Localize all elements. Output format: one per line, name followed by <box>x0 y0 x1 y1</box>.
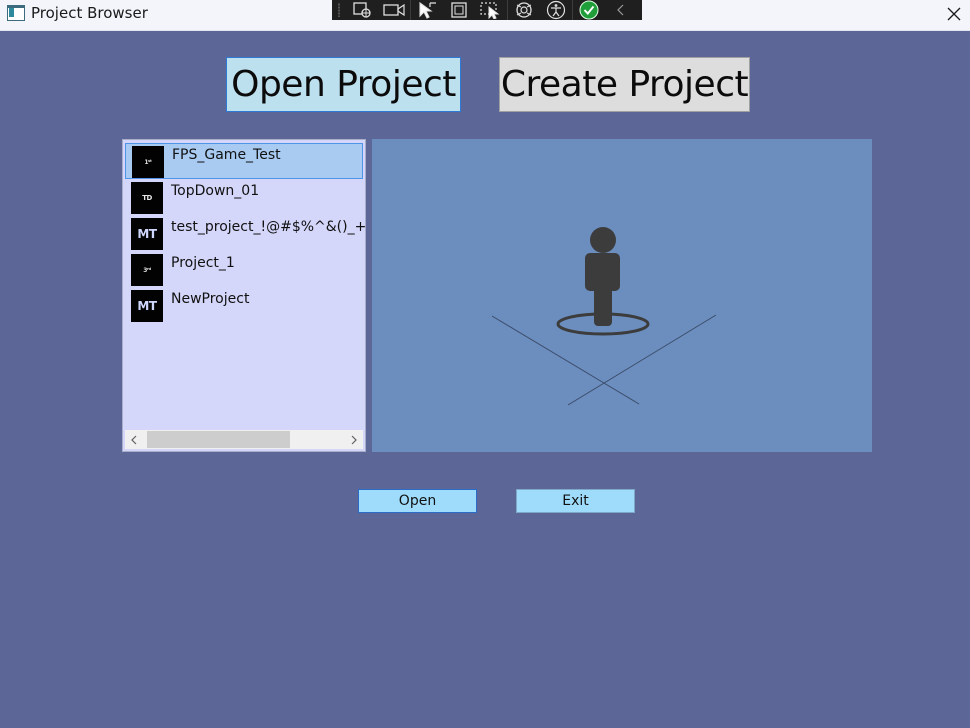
character-placeholder-icon <box>491 227 717 406</box>
scroll-left-button[interactable] <box>125 430 143 449</box>
project-name: FPS_Game_Test <box>172 147 281 163</box>
select-element-icon <box>353 2 371 18</box>
chevron-left-icon <box>131 435 137 444</box>
video-capture-button[interactable] <box>378 0 410 20</box>
track-focus-button[interactable] <box>475 0 507 20</box>
project-preview <box>372 139 872 452</box>
accessibility-icon <box>546 0 566 20</box>
open-button[interactable]: Open <box>358 489 477 513</box>
select-element-button[interactable] <box>346 0 378 20</box>
project-list-item[interactable]: MT NewProject <box>125 288 363 324</box>
close-icon <box>947 7 961 21</box>
project-list[interactable]: 1ˢᵗ FPS_Game_Test TD TopDown_01 MT test_… <box>122 139 366 452</box>
collapse-toolbar-button[interactable] <box>605 0 637 20</box>
layout-adorner-icon <box>451 2 467 18</box>
project-list-item[interactable]: 1ˢᵗ FPS_Game_Test <box>125 143 363 179</box>
pointer-select-icon <box>419 1 436 19</box>
pointer-select-button[interactable] <box>411 0 443 20</box>
project-name: TopDown_01 <box>171 183 260 199</box>
project-list-item[interactable]: 3ʳᵈ Project_1 <box>125 252 363 288</box>
project-thumbnail: MT <box>131 290 163 322</box>
track-focus-icon <box>480 2 500 19</box>
scrollbar-thumb[interactable] <box>147 431 290 448</box>
open-project-tab[interactable]: Open Project <box>226 57 461 112</box>
create-project-tab[interactable]: Create Project <box>499 57 750 112</box>
toolbar-grip[interactable] <box>336 0 346 20</box>
video-capture-icon <box>383 3 405 17</box>
layout-adorner-button[interactable] <box>443 0 475 20</box>
checkmark-icon <box>579 0 599 20</box>
project-thumbnail: 3ʳᵈ <box>131 254 163 286</box>
exit-button[interactable]: Exit <box>516 489 635 513</box>
accessibility-button[interactable] <box>540 0 572 20</box>
project-thumbnail: 1ˢᵗ <box>132 146 164 178</box>
project-thumbnail: MT <box>131 218 163 250</box>
binding-failure-button[interactable] <box>508 0 540 20</box>
binding-failure-icon <box>516 2 532 18</box>
window-title: Project Browser <box>31 4 148 22</box>
project-name: test_project_!@#$%^&()_+=- <box>171 219 366 235</box>
debug-toolbar <box>332 0 642 20</box>
app-window-icon <box>7 5 25 21</box>
project-thumbnail: TD <box>131 182 163 214</box>
project-name: Project_1 <box>171 255 235 271</box>
close-button[interactable] <box>938 0 970 28</box>
chevron-right-icon <box>351 435 357 444</box>
project-name: NewProject <box>171 291 250 307</box>
validation-button[interactable] <box>573 0 605 20</box>
horizontal-scrollbar[interactable] <box>125 430 363 449</box>
project-list-item[interactable]: MT test_project_!@#$%^&()_+=- <box>125 216 366 252</box>
scroll-right-button[interactable] <box>345 430 363 449</box>
collapse-arrow-icon <box>617 4 624 16</box>
project-list-item[interactable]: TD TopDown_01 <box>125 180 363 216</box>
